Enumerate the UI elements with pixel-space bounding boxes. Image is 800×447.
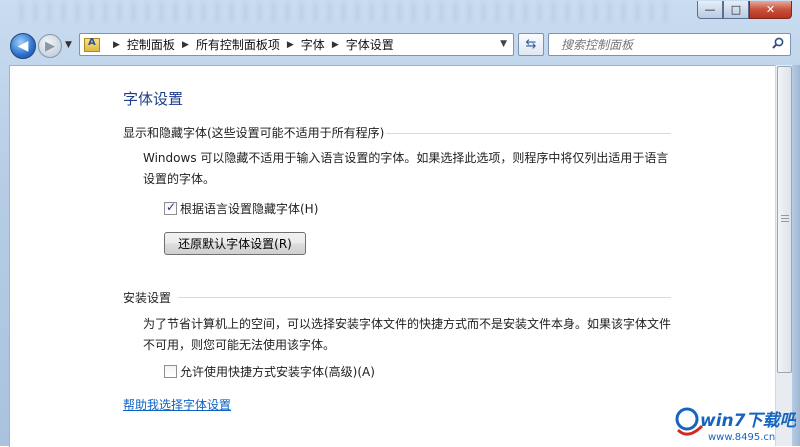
window-border [792,65,800,446]
page-title: 字体设置 [123,90,184,108]
install-description: 为了节省计算机上的空间，可以选择安装字体文件的快捷方式而不是安装文件本身。如果该… [143,317,672,352]
hide-fonts-checkbox[interactable] [164,200,177,215]
watermark-url: www.8495.cn [708,432,775,443]
search-input[interactable] [559,36,763,53]
fonts-folder-icon [84,37,100,52]
grip-icon [781,215,789,223]
section-heading-display: 显示和隐藏字体(这些设置可能不适用于所有程序) [123,126,385,140]
site-watermark-logo: win7下载吧 www.8495.cn [675,407,796,443]
chevron-right-icon[interactable]: ▶ [113,40,120,50]
search-icon[interactable] [772,37,784,49]
chevron-down-icon[interactable]: ▼ [500,39,507,49]
section-heading-install: 安装设置 [123,291,172,305]
minimize-button[interactable]: — [697,1,723,19]
content-pane [9,65,776,447]
arrow-right-icon: ▶ [45,38,55,54]
breadcrumb-control-panel[interactable]: 控制面板 [127,36,175,53]
section-divider [386,133,671,134]
chevron-right-icon[interactable]: ▶ [332,40,339,50]
close-button[interactable]: ✕ [749,1,792,19]
vertical-scrollbar[interactable] [775,65,793,446]
recent-pages-dropdown[interactable]: ▼ [65,40,72,50]
forward-button[interactable]: ▶ [38,34,62,58]
breadcrumb-all-items[interactable]: 所有控制面板项 [196,36,280,53]
search-box[interactable] [548,33,791,56]
window-controls: — □ ✕ [697,1,792,19]
watermark-brand: win7下载吧 [700,411,796,431]
breadcrumb-font-settings[interactable]: 字体设置 [346,36,394,53]
address-bar[interactable]: ▶ 控制面板 ▶ 所有控制面板项 ▶ 字体 ▶ 字体设置 ▼ [79,33,514,56]
shortcut-install-checkbox[interactable] [164,365,177,378]
shortcut-install-label[interactable]: 允许使用快捷方式安装字体(高级)(A) [180,363,375,380]
blurred-title-bar [14,2,674,22]
restore-default-fonts-button[interactable]: 还原默认字体设置(R) [164,232,306,255]
breadcrumb-fonts[interactable]: 字体 [301,36,325,53]
shortcut-install-option[interactable]: 允许使用快捷方式安装字体(高级)(A) [164,363,375,380]
display-description: Windows 可以隐藏不适用于输入语言设置的字体。如果选择此选项，则程序中将仅… [143,151,669,186]
section-divider [178,297,671,298]
chevron-right-icon[interactable]: ▶ [287,40,294,50]
hide-fonts-label[interactable]: 根据语言设置隐藏字体(H) [180,200,318,217]
maximize-button[interactable]: □ [723,1,749,19]
arrow-left-icon: ◀ [17,38,29,54]
refresh-button[interactable]: ⇆ [518,33,544,56]
help-link[interactable]: 帮助我选择字体设置 [123,396,231,413]
chevron-right-icon[interactable]: ▶ [182,40,189,50]
scrollbar-thumb[interactable] [777,66,792,373]
refresh-icon: ⇆ [525,37,537,52]
back-button[interactable]: ◀ [10,33,36,59]
hide-fonts-option[interactable]: 根据语言设置隐藏字体(H) [164,200,318,217]
